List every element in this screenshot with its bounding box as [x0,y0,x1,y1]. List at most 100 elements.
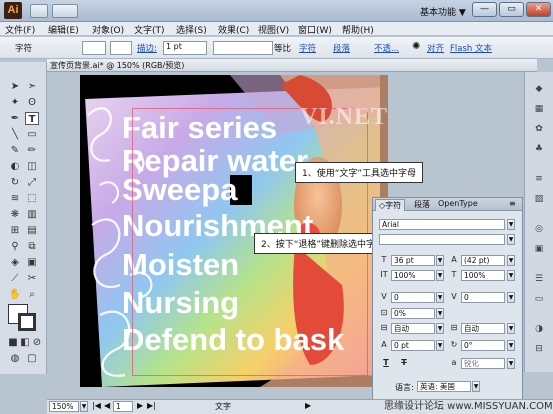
pen-tool-icon[interactable]: ✒ [8,112,22,125]
menu-window[interactable]: 窗口(W) [298,23,332,36]
tsume-dropdown-icon[interactable]: ▼ [436,308,444,319]
panel-menu-icon[interactable]: ≡ [509,199,516,208]
hand-tool-icon[interactable]: ✋ [8,288,22,301]
menu-select[interactable]: 选择(S) [176,23,207,36]
aki-right-field[interactable]: 自动 [461,323,505,334]
prev-page-icon[interactable]: ◀ [104,401,110,410]
kerning-dropdown-icon[interactable]: ▼ [436,292,444,303]
rotation-dropdown-icon[interactable]: ▼ [507,340,515,351]
blend-tool-icon[interactable]: ⧉ [25,240,39,253]
transparency-panel-icon[interactable]: ◑ [532,324,546,336]
stroke-weight-field[interactable]: 1 pt [163,41,207,55]
blob-brush-icon[interactable]: ◐ [8,160,22,173]
magic-wand-icon[interactable]: ✦ [8,96,22,109]
recolor-icon[interactable]: ✺ [412,41,420,52]
stroke-panel-icon[interactable]: ≡ [532,174,546,186]
vertical-scale-dropdown-icon[interactable]: ▼ [436,270,444,281]
tracking-field[interactable]: 0 [461,292,505,303]
slice-tool-icon[interactable]: ⟋ [8,272,22,285]
menu-effect[interactable]: 效果(C) [218,23,249,36]
fill-swatch[interactable] [82,41,106,55]
workspace-switcher[interactable]: 基本功能 ▼ [420,5,466,18]
appearance-panel-icon[interactable]: ◎ [532,224,546,236]
eraser-tool-icon[interactable]: ◫ [25,160,39,173]
artboards-panel-icon[interactable]: ▭ [532,294,546,306]
aki-left-dropdown-icon[interactable]: ▼ [436,323,444,334]
artboard-tool-icon[interactable]: ▣ [25,256,39,269]
align-panel-icon[interactable]: ⊟ [532,344,546,356]
line-tool-icon[interactable]: ╲ [8,128,22,141]
symbols-panel-icon[interactable]: ♣ [532,144,546,156]
scale-tool-icon[interactable]: ⤢ [25,176,39,189]
graphic-styles-icon[interactable]: ▣ [532,244,546,256]
baseline-shift-field[interactable]: 0 pt [391,340,435,351]
free-transform-icon[interactable]: ⬚ [25,192,39,205]
stroke-profile-dropdown[interactable] [213,41,273,55]
language-field[interactable]: 英语: 美国 [417,381,471,392]
page-number-field[interactable]: 1 [113,401,133,412]
lasso-icon[interactable]: ʘ [25,96,39,109]
minimize-button[interactable]: — [472,2,497,17]
direct-selection-tool-icon[interactable]: ➣ [25,80,39,93]
zoom-tool-icon[interactable]: ⌕ [25,288,39,301]
last-page-icon[interactable]: ▶| [147,401,156,410]
underline-button[interactable]: T [381,358,391,368]
screen-mode-icon[interactable]: ▢ [25,352,39,365]
leading-dropdown-icon[interactable]: ▼ [507,255,515,266]
type-tool-icon[interactable]: T [25,112,39,125]
anti-alias-dropdown-icon[interactable]: ▼ [507,358,515,369]
menu-type[interactable]: 文字(T) [134,23,165,36]
draw-mode-icon[interactable]: ◍ [8,352,22,365]
font-family-field[interactable]: Arial [379,219,505,230]
tab-opentype[interactable]: OpenType [435,199,481,208]
first-page-icon[interactable]: |◀ [92,401,101,410]
none-mode-icon[interactable]: ⊘ [30,336,44,349]
font-family-dropdown-icon[interactable]: ▼ [507,219,515,230]
flash-text-link[interactable]: Flash 文本 [450,42,492,54]
rotate-tool-icon[interactable]: ↻ [8,176,22,189]
swatches-panel-icon[interactable]: ▦ [532,104,546,116]
paragraph-link[interactable]: 段落 [333,42,350,54]
stroke-swatch[interactable] [110,41,132,55]
anti-alias-field[interactable]: 锐化 [461,358,505,369]
mesh-tool-icon[interactable]: ⊞ [8,224,22,237]
strikethrough-button[interactable]: T [399,358,409,368]
font-size-field[interactable]: 36 pt [391,255,435,266]
rotation-field[interactable]: 0° [461,340,505,351]
pencil-tool-icon[interactable]: ✏ [25,144,39,157]
symbol-sprayer-icon[interactable]: ❋ [8,208,22,221]
zoom-dropdown-icon[interactable]: ▼ [80,401,88,412]
align-link[interactable]: 对齐 [427,42,444,54]
selection-tool-icon[interactable]: ➤ [8,80,22,93]
live-paint-icon[interactable]: ◈ [8,256,22,269]
zoom-field[interactable]: 150% [49,401,79,412]
brush-tool-icon[interactable]: ✎ [8,144,22,157]
scissors-icon[interactable]: ✂ [25,272,39,285]
kerning-field[interactable]: 0 [391,292,435,303]
arrange-documents-icon[interactable] [52,4,78,18]
language-dropdown-icon[interactable]: ▼ [472,381,480,392]
tab-paragraph[interactable]: 段落 [411,199,433,210]
menu-view[interactable]: 视图(V) [258,23,289,36]
color-panel-icon[interactable]: ◆ [532,84,546,96]
aki-right-dropdown-icon[interactable]: ▼ [507,323,515,334]
tracking-dropdown-icon[interactable]: ▼ [507,292,515,303]
baseline-shift-dropdown-icon[interactable]: ▼ [436,340,444,351]
aki-left-field[interactable]: 自动 [391,323,435,334]
menu-object[interactable]: 对象(O) [92,23,124,36]
menu-edit[interactable]: 编辑(E) [48,23,79,36]
eyedropper-icon[interactable]: ⚲ [8,240,22,253]
warp-tool-icon[interactable]: ≋ [8,192,22,205]
horizontal-scale-field[interactable]: 100% [461,270,505,281]
bridge-icon[interactable] [30,4,48,18]
font-size-dropdown-icon[interactable]: ▼ [436,255,444,266]
close-button[interactable]: ✕ [526,2,551,17]
stroke-color-swatch[interactable] [18,313,36,331]
font-style-dropdown-icon[interactable]: ▼ [507,234,515,245]
restore-button[interactable]: ▭ [499,2,524,17]
gradient-tool-icon[interactable]: ▤ [25,224,39,237]
rectangle-tool-icon[interactable]: ▭ [25,128,39,141]
stroke-link[interactable]: 描边: [137,42,157,54]
leading-field[interactable]: (42 pt) [461,255,505,266]
gradient-panel-icon[interactable]: ▨ [532,194,546,206]
